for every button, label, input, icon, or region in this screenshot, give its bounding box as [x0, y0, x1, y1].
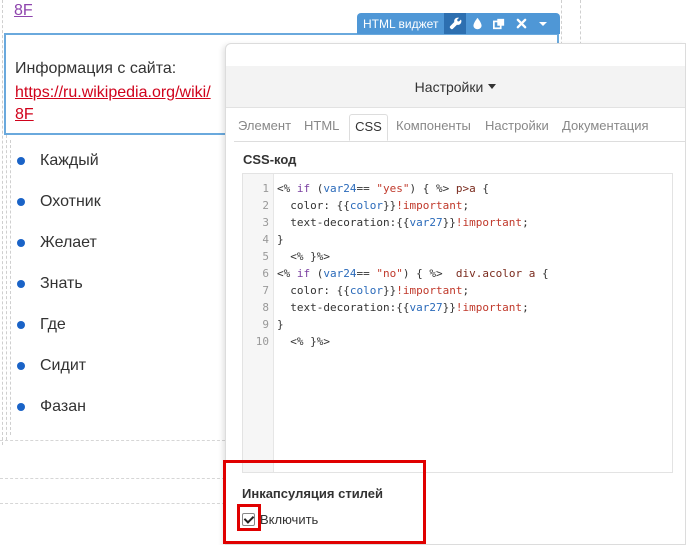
wikipedia-link[interactable]: https://ru.wikipedia.org/wiki/ 8F — [15, 82, 211, 126]
widget-title: HTML виджет — [363, 16, 439, 31]
bullet-icon — [17, 157, 25, 165]
guide-line — [0, 478, 225, 479]
highlight-box — [237, 504, 261, 531]
top-link[interactable]: 8F — [14, 2, 33, 20]
code-line-text: <% if (var24== "no") { %> div.acolor a { — [277, 267, 549, 280]
code-line-text: } — [277, 318, 284, 331]
list-item: Фазан — [14, 396, 101, 437]
list-item-label: Фазан — [40, 398, 86, 415]
bullet-icon — [17, 321, 25, 329]
list-item-label: Желает — [40, 234, 97, 251]
list-item: Каждый — [14, 150, 101, 191]
list-item: Желает — [14, 232, 101, 273]
list-item-label: Знать — [40, 275, 83, 292]
drop-icon[interactable] — [466, 13, 488, 34]
bullet-list: Каждый Охотник Желает Знать Где Сидит Фа… — [14, 150, 101, 437]
guide-line — [6, 135, 7, 440]
wikipedia-link-line1[interactable]: https://ru.wikipedia.org/wiki/ — [15, 84, 211, 101]
close-icon[interactable] — [510, 13, 532, 34]
caret-down-icon — [488, 84, 497, 89]
tab-documentation[interactable]: Документация — [558, 114, 653, 141]
bullet-icon — [17, 280, 25, 288]
guide-line — [0, 503, 225, 504]
list-item-label: Где — [40, 316, 66, 333]
css-code-title: CSS-код — [243, 152, 297, 167]
info-label: Информация с сайта: — [15, 60, 177, 77]
code-line-text: text-decoration:{{var27}}!important; — [277, 216, 529, 229]
code-line-text: color: {{color}}!important; — [277, 284, 470, 297]
tab-element[interactable]: Элемент — [234, 114, 295, 141]
bullet-icon — [17, 239, 25, 247]
settings-dropdown[interactable]: Настройки — [226, 66, 685, 108]
bullet-icon — [17, 362, 25, 370]
bullet-icon — [17, 198, 25, 206]
tab-css[interactable]: CSS — [349, 114, 388, 141]
panel-top-strip — [226, 44, 685, 67]
list-item-label: Охотник — [40, 193, 101, 210]
list-item: Охотник — [14, 191, 101, 232]
tab-bar: Элемент HTML CSS Компоненты Настройки До… — [234, 114, 685, 142]
caret-down-icon[interactable] — [532, 13, 554, 34]
tab-settings[interactable]: Настройки — [481, 114, 553, 141]
list-item-label: Каждый — [40, 152, 99, 169]
list-item: Где — [14, 314, 101, 355]
guide-line — [0, 440, 225, 441]
code-line-text: <% }%> — [290, 335, 330, 348]
bullet-icon — [17, 403, 25, 411]
guide-line — [2, 0, 3, 445]
list-item-label: Сидит — [40, 357, 87, 374]
list-item: Знать — [14, 273, 101, 314]
css-code-editor[interactable]: 1 <% if (var24== "yes") { %> p>a { 2 colo… — [242, 173, 673, 473]
tab-html[interactable]: HTML — [300, 114, 343, 141]
wrench-icon[interactable] — [444, 13, 467, 34]
settings-dropdown-label: Настройки — [414, 78, 484, 95]
code-line-text: <% }%> — [290, 250, 330, 263]
copy-icon[interactable] — [488, 13, 510, 34]
code-line-text: <% if (var24== "yes") { %> p>a { — [277, 182, 489, 195]
guide-line — [10, 140, 11, 435]
tab-components[interactable]: Компоненты — [392, 114, 475, 141]
code-line-text: } — [277, 233, 284, 246]
code-line-text: color: {{color}}!important; — [277, 199, 470, 212]
wikipedia-link-line2[interactable]: 8F — [15, 106, 34, 123]
code-line-text: text-decoration:{{var27}}!important; — [277, 301, 529, 314]
highlight-box — [223, 460, 426, 544]
list-item: Сидит — [14, 355, 101, 396]
widget-toolbar: HTML виджет — [357, 13, 560, 34]
